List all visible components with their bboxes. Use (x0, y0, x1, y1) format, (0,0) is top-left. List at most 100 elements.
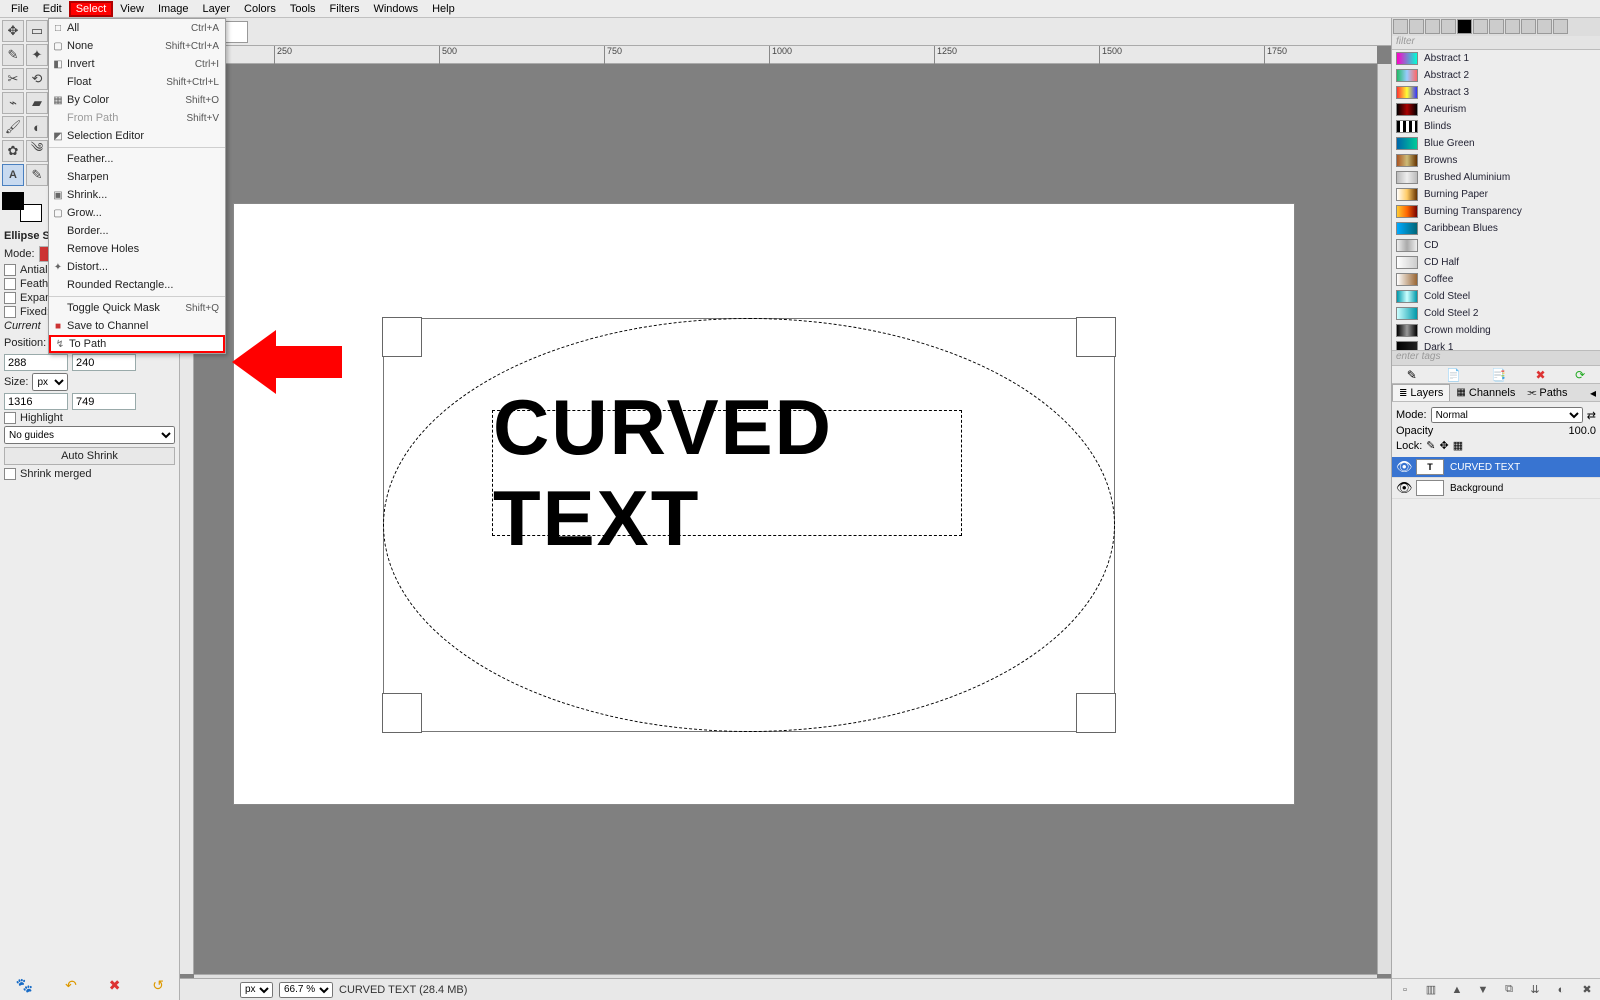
menu-select[interactable]: Select (69, 1, 114, 17)
tab-icon[interactable] (1441, 19, 1456, 34)
gradient-item[interactable]: Cold Steel 2 (1392, 305, 1600, 322)
viewport[interactable]: CURVED TEXT (194, 64, 1377, 974)
gradient-item[interactable]: Dark 1 (1392, 339, 1600, 350)
size-unit[interactable]: px (32, 373, 68, 391)
menu-item-invert[interactable]: ◧InvertCtrl+I (49, 55, 225, 73)
menu-item-distort[interactable]: ✦Distort... (49, 258, 225, 276)
canvas[interactable]: CURVED TEXT (234, 204, 1294, 804)
dock-config-icon[interactable]: ◂ (1586, 386, 1600, 400)
menu-filters[interactable]: Filters (323, 1, 367, 17)
transform-tool[interactable]: ⟲ (26, 68, 48, 90)
gradient-item[interactable]: Aneurism (1392, 101, 1600, 118)
tags-row[interactable]: enter tags (1392, 350, 1600, 366)
menu-item-remove-holes[interactable]: Remove Holes (49, 240, 225, 258)
handle-bl[interactable] (382, 693, 422, 733)
mask-icon[interactable]: ◐ (1554, 983, 1568, 997)
delete-icon[interactable]: ✖ (109, 977, 121, 994)
feather-check[interactable] (4, 278, 16, 290)
status-unit[interactable]: px (240, 982, 273, 998)
guides-select[interactable]: No guides (4, 426, 175, 444)
smudge-tool[interactable]: ༄ (26, 140, 48, 162)
menu-layer[interactable]: Layer (196, 1, 238, 17)
wilber-icon[interactable]: 🐾 (16, 977, 33, 994)
fixed-check[interactable] (4, 306, 16, 318)
gradient-item[interactable]: Abstract 3 (1392, 84, 1600, 101)
tab-icon[interactable] (1457, 19, 1472, 34)
scrollbar-vertical[interactable] (1377, 64, 1391, 974)
gradient-item[interactable]: Blue Green (1392, 135, 1600, 152)
text-tool[interactable]: A (2, 164, 24, 186)
visibility-icon[interactable]: 👁 (1396, 459, 1410, 475)
status-zoom[interactable]: 66.7 % (279, 982, 333, 998)
fuzzy-select-tool[interactable]: ✦ (26, 44, 48, 66)
menu-item-shrink[interactable]: ▣Shrink... (49, 186, 225, 204)
gradient-item[interactable]: Coffee (1392, 271, 1600, 288)
menu-item-border[interactable]: Border... (49, 222, 225, 240)
layer-group-icon[interactable]: ▥ (1424, 983, 1438, 997)
dup-icon[interactable]: 📑 (1491, 368, 1506, 382)
delete-icon[interactable]: ✖ (1535, 368, 1545, 382)
pos-x-input[interactable] (4, 354, 68, 371)
tab-icon[interactable] (1409, 19, 1424, 34)
tab-icon[interactable] (1489, 19, 1504, 34)
gradient-item[interactable]: Abstract 1 (1392, 50, 1600, 67)
gradient-item[interactable]: Caribbean Blues (1392, 220, 1600, 237)
menu-view[interactable]: View (113, 1, 151, 17)
menu-image[interactable]: Image (151, 1, 196, 17)
edit-icon[interactable]: ✎ (1407, 368, 1417, 382)
size-h-input[interactable] (72, 393, 136, 410)
menu-item-toggle-quick-mask[interactable]: Toggle Quick MaskShift+Q (49, 299, 225, 317)
highlight-check[interactable] (4, 412, 16, 424)
gradient-item[interactable]: CD Half (1392, 254, 1600, 271)
filter-row[interactable]: filter (1392, 36, 1600, 50)
fg-bg-color[interactable] (2, 192, 42, 222)
menu-item-grow[interactable]: ▢Grow... (49, 204, 225, 222)
free-select-tool[interactable]: ✎ (2, 44, 24, 66)
gradient-item[interactable]: Blinds (1392, 118, 1600, 135)
undo-icon[interactable]: ↶ (65, 977, 77, 994)
tab-icon[interactable] (1425, 19, 1440, 34)
tab-channels[interactable]: ▦ Channels (1450, 385, 1521, 401)
menu-windows[interactable]: Windows (366, 1, 425, 17)
expand-check[interactable] (4, 292, 16, 304)
paint-tool[interactable]: 🖌 (2, 116, 24, 138)
refresh-icon[interactable]: ⟳ (1575, 368, 1585, 382)
menu-item-all[interactable]: □AllCtrl+A (49, 19, 225, 37)
lock-pos-icon[interactable]: ✥ (1440, 439, 1449, 452)
menu-item-sharpen[interactable]: Sharpen (49, 168, 225, 186)
menu-help[interactable]: Help (425, 1, 462, 17)
menu-file[interactable]: File (4, 1, 36, 17)
new-icon[interactable]: 📄 (1446, 368, 1461, 382)
menu-colors[interactable]: Colors (237, 1, 283, 17)
clone-tool[interactable]: ✿ (2, 140, 24, 162)
gradient-item[interactable]: Burning Transparency (1392, 203, 1600, 220)
menu-item-none[interactable]: ▢NoneShift+Ctrl+A (49, 37, 225, 55)
tab-paths[interactable]: ⫘ Paths (1521, 385, 1573, 401)
handle-tr[interactable] (1076, 317, 1116, 357)
menu-item-rounded-rectangle[interactable]: Rounded Rectangle... (49, 276, 225, 294)
layer-down-icon[interactable]: ▼ (1476, 983, 1490, 997)
menu-edit[interactable]: Edit (36, 1, 69, 17)
warp-tool[interactable]: ⌁ (2, 92, 24, 114)
layer-up-icon[interactable]: ▲ (1450, 983, 1464, 997)
gradient-item[interactable]: Brushed Aluminium (1392, 169, 1600, 186)
color-picker-tool[interactable]: ✎ (26, 164, 48, 186)
tab-icon[interactable] (1473, 19, 1488, 34)
gradient-item[interactable]: Crown molding (1392, 322, 1600, 339)
dup-layer-icon[interactable]: ⧉ (1502, 983, 1516, 997)
menu-item-save-to-channel[interactable]: ■Save to Channel (49, 317, 225, 335)
menu-item-selection-editor[interactable]: ◩Selection Editor (49, 127, 225, 145)
gradient-list[interactable]: Abstract 1Abstract 2Abstract 3AneurismBl… (1392, 50, 1600, 350)
antialias-check[interactable] (4, 264, 16, 276)
menu-item-float[interactable]: FloatShift+Ctrl+L (49, 73, 225, 91)
layer-list[interactable]: 👁TCURVED TEXT👁Background (1392, 457, 1600, 978)
tab-icon[interactable] (1505, 19, 1520, 34)
new-layer-icon[interactable]: ▫ (1398, 983, 1412, 997)
shrink-merged-check[interactable] (4, 468, 16, 480)
crop-tool[interactable]: ✂ (2, 68, 24, 90)
tab-icon[interactable] (1537, 19, 1552, 34)
tab-icon[interactable] (1393, 19, 1408, 34)
tab-layers[interactable]: ≣ Layers (1392, 384, 1450, 401)
menu-tools[interactable]: Tools (283, 1, 323, 17)
handle-tl[interactable] (382, 317, 422, 357)
